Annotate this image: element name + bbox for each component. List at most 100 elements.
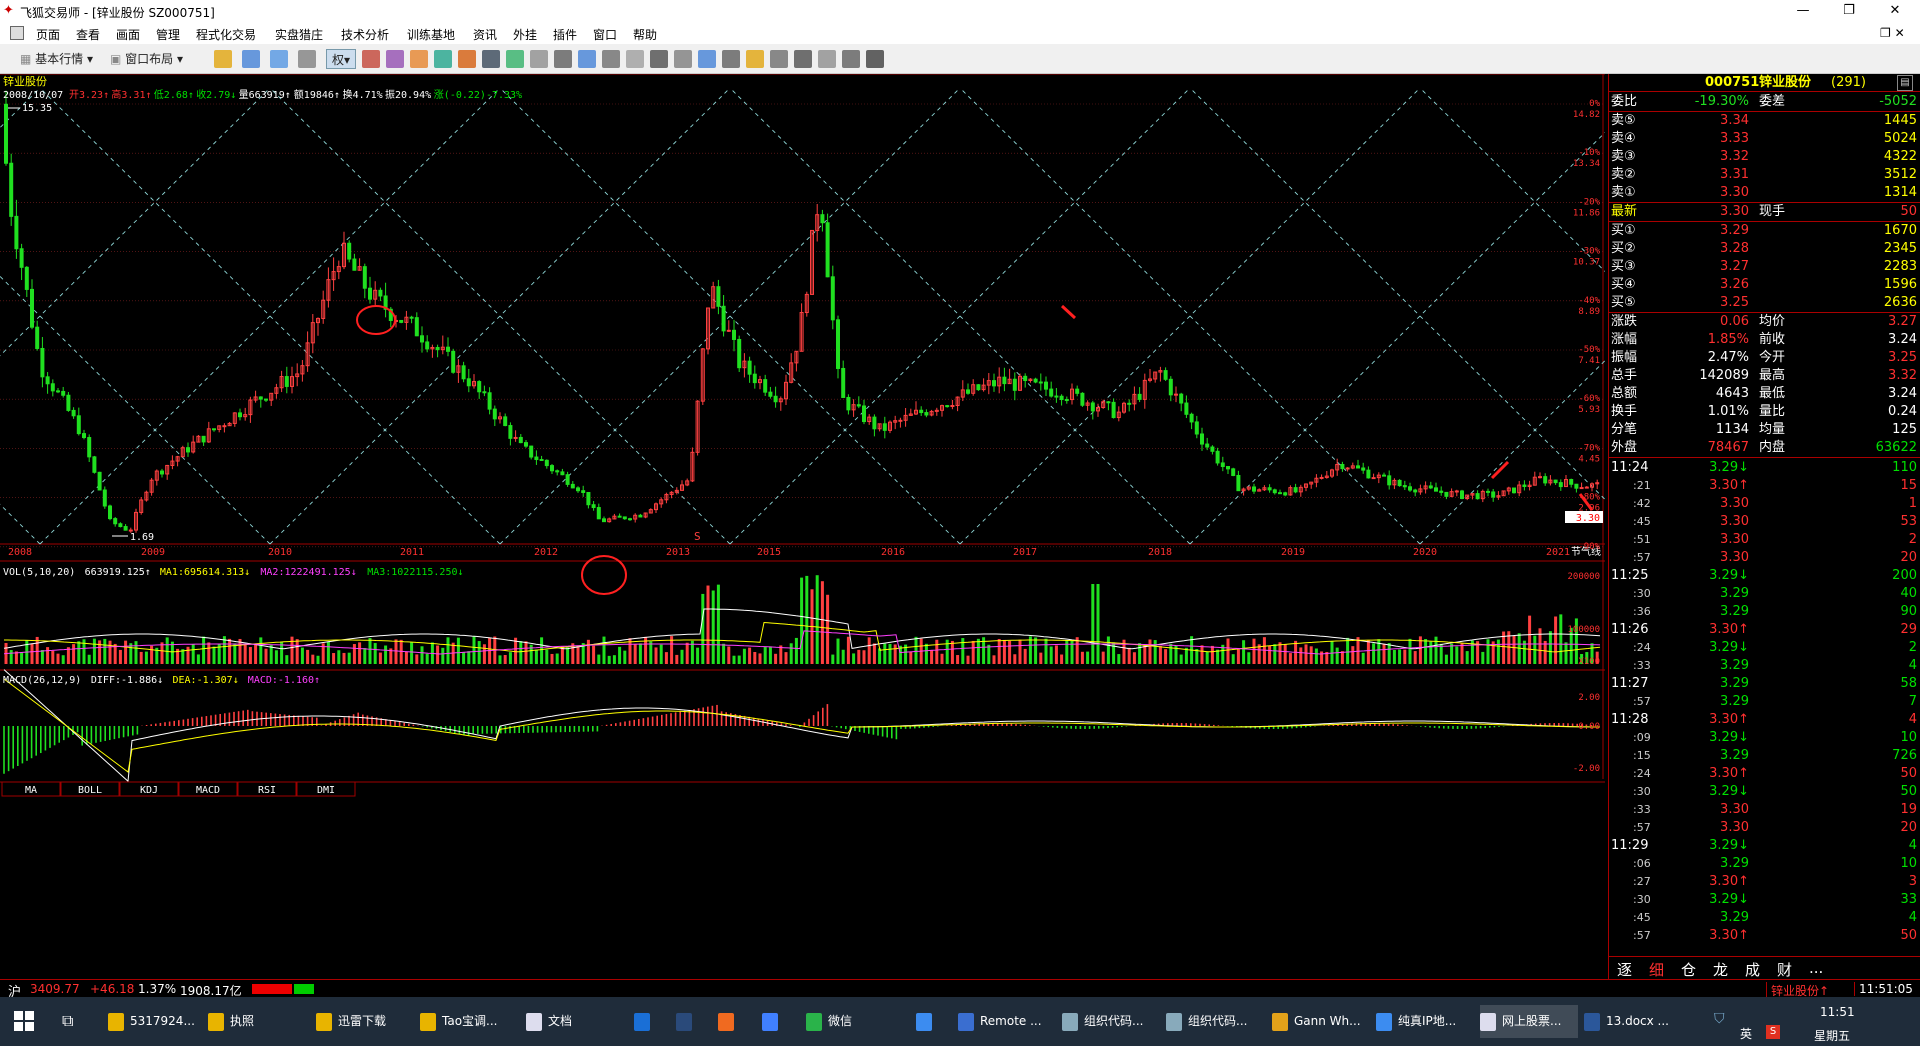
taskbar-app[interactable]: 网上股票... — [1480, 1005, 1578, 1038]
candle-body — [1059, 395, 1064, 401]
quote-tab[interactable]: ... — [1809, 959, 1823, 977]
quote-tab[interactable]: 成 — [1745, 959, 1760, 980]
toolbar-tool-icon[interactable] — [298, 50, 316, 68]
window-layout-button[interactable]: ▣ 窗口布局 ▾ — [110, 49, 183, 69]
toolbar-tool-icon[interactable] — [602, 50, 620, 68]
candle-body — [726, 329, 731, 332]
toolbar-tool-icon[interactable] — [554, 50, 572, 68]
candle-body — [50, 383, 55, 392]
taskbar-app[interactable]: 迅雷下载 — [316, 1005, 414, 1038]
menu-item[interactable]: 训练基地 — [407, 26, 455, 43]
menu-item[interactable]: 资讯 — [473, 26, 497, 43]
taskbar-app[interactable]: 组织代码... — [1166, 1005, 1264, 1038]
taskbar-app[interactable] — [676, 1005, 712, 1038]
volume-bar — [61, 655, 65, 664]
indicator-tab[interactable]: KDJ — [119, 781, 179, 797]
toolbar-tool-icon[interactable] — [530, 50, 548, 68]
shield-icon[interactable]: ⛉ — [1714, 1011, 1730, 1029]
toolbar-tool-icon[interactable] — [506, 50, 524, 68]
maximize-button[interactable]: ❐ — [1826, 0, 1872, 22]
taskbar-app[interactable] — [634, 1005, 670, 1038]
toolbar-tool-icon[interactable] — [770, 50, 788, 68]
menu-item[interactable]: 画面 — [116, 26, 140, 43]
toolbar-tool-icon[interactable] — [650, 50, 668, 68]
candle-body — [14, 215, 19, 250]
menu-item[interactable]: 页面 — [36, 26, 60, 43]
close-button[interactable]: ✕ — [1872, 0, 1918, 22]
toolbar-tool-icon[interactable] — [674, 50, 692, 68]
toolbar-tool-icon[interactable] — [434, 50, 452, 68]
toolbar-tool-icon[interactable] — [866, 50, 884, 68]
indicator-tab[interactable]: MA — [1, 781, 61, 797]
toolbar-tool-icon[interactable] — [818, 50, 836, 68]
taskbar-app[interactable]: 5317924... — [108, 1005, 206, 1038]
volume-bar — [498, 655, 502, 664]
menu-item[interactable]: 管理 — [156, 26, 180, 43]
sogou-icon[interactable]: S — [1766, 1025, 1780, 1039]
taskbar-app[interactable]: 执照 — [208, 1005, 306, 1038]
toolbar-tool-icon[interactable] — [722, 50, 740, 68]
indicator-tab[interactable]: BOLL — [60, 781, 120, 797]
toolbar-tool-icon[interactable] — [794, 50, 812, 68]
task-view-icon[interactable]: ⧉ — [62, 1011, 82, 1031]
quote-tab[interactable]: 财 — [1777, 959, 1792, 980]
toolbar-tool-icon[interactable] — [410, 50, 428, 68]
taskbar-app[interactable]: Gann Wh... — [1272, 1005, 1370, 1038]
quan-button[interactable]: 权▾ — [326, 49, 356, 69]
chart-area[interactable]: 锌业股份 2008/10/07 开3.23↑ 高3.31↑ 低2.68↑ 收2.79↓ 量6… — [0, 73, 1920, 979]
quote-tab[interactable]: 细 — [1649, 959, 1664, 980]
tick-row: :57 3.30 20 — [1633, 820, 1917, 835]
menu-item[interactable]: 帮助 — [633, 26, 657, 43]
windows-start-icon[interactable] — [14, 1011, 34, 1031]
toolbar-tool-icon[interactable] — [842, 50, 860, 68]
app-menu-icon[interactable] — [10, 26, 24, 40]
taskbar-app[interactable] — [762, 1005, 798, 1038]
volume-bar — [1486, 639, 1490, 664]
taskbar-app[interactable]: Remote ... — [958, 1005, 1056, 1038]
vol-header-item: MA2:1222491.125↓ — [260, 567, 356, 578]
toolbar-tool-icon[interactable] — [270, 50, 288, 68]
year-label: 2018 — [1148, 547, 1172, 558]
indicator-tab[interactable]: MACD — [178, 781, 238, 797]
ime-indicator[interactable]: 英 — [1740, 1025, 1752, 1042]
price-label: 4.45 — [1578, 454, 1600, 464]
taskbar-app[interactable]: Tao宝调... — [420, 1005, 518, 1038]
candle-body — [82, 433, 86, 439]
minimize-button[interactable]: — — [1780, 0, 1826, 22]
quote-tab[interactable]: 龙 — [1713, 959, 1728, 980]
volume-bar — [1236, 649, 1240, 664]
toolbar-tool-icon[interactable] — [362, 50, 380, 68]
quote-tab[interactable]: 仓 — [1681, 959, 1696, 980]
panel-toggle-icon[interactable]: ▤ — [1897, 75, 1913, 91]
toolbar-tool-icon[interactable] — [458, 50, 476, 68]
menu-item[interactable]: 技术分析 — [341, 26, 389, 43]
menu-item[interactable]: 查看 — [76, 26, 100, 43]
indicator-tab[interactable]: DMI — [296, 781, 356, 797]
toolbar-tool-icon[interactable] — [214, 50, 232, 68]
taskbar-app[interactable] — [916, 1005, 952, 1038]
taskbar-app[interactable]: 组织代码... — [1062, 1005, 1160, 1038]
menu-item[interactable]: 插件 — [553, 26, 577, 43]
toolbar-tool-icon[interactable] — [386, 50, 404, 68]
taskbar-app[interactable] — [718, 1005, 754, 1038]
quote-tab[interactable]: 逐 — [1617, 959, 1632, 980]
menu-item[interactable]: 程式化交易 — [196, 26, 256, 43]
taskbar-app[interactable]: 13.docx ... — [1584, 1005, 1682, 1038]
toolbar-tool-icon[interactable] — [626, 50, 644, 68]
taskbar-app[interactable]: 微信 — [806, 1005, 904, 1038]
volume-bar — [243, 644, 247, 664]
toolbar-tool-icon[interactable] — [698, 50, 716, 68]
basic-quote-button[interactable]: ▦ 基本行情 ▾ — [20, 49, 93, 69]
indicator-tab[interactable]: RSI — [237, 781, 297, 797]
toolbar-tool-icon[interactable] — [482, 50, 500, 68]
taskbar-app[interactable]: 文档 — [526, 1005, 624, 1038]
taskbar-app[interactable]: 纯真IP地... — [1376, 1005, 1474, 1038]
toolbar-tool-icon[interactable] — [578, 50, 596, 68]
menu-item[interactable]: 窗口 — [593, 26, 617, 43]
toolbar-tool-icon[interactable] — [242, 50, 260, 68]
menu-item[interactable]: 外挂 — [513, 26, 537, 43]
candle-body — [1064, 399, 1069, 402]
mdi-restore-icon[interactable]: ❐ ✕ — [1880, 26, 1905, 40]
menu-item[interactable]: 实盘猎庄 — [275, 26, 323, 43]
toolbar-tool-icon[interactable] — [746, 50, 764, 68]
